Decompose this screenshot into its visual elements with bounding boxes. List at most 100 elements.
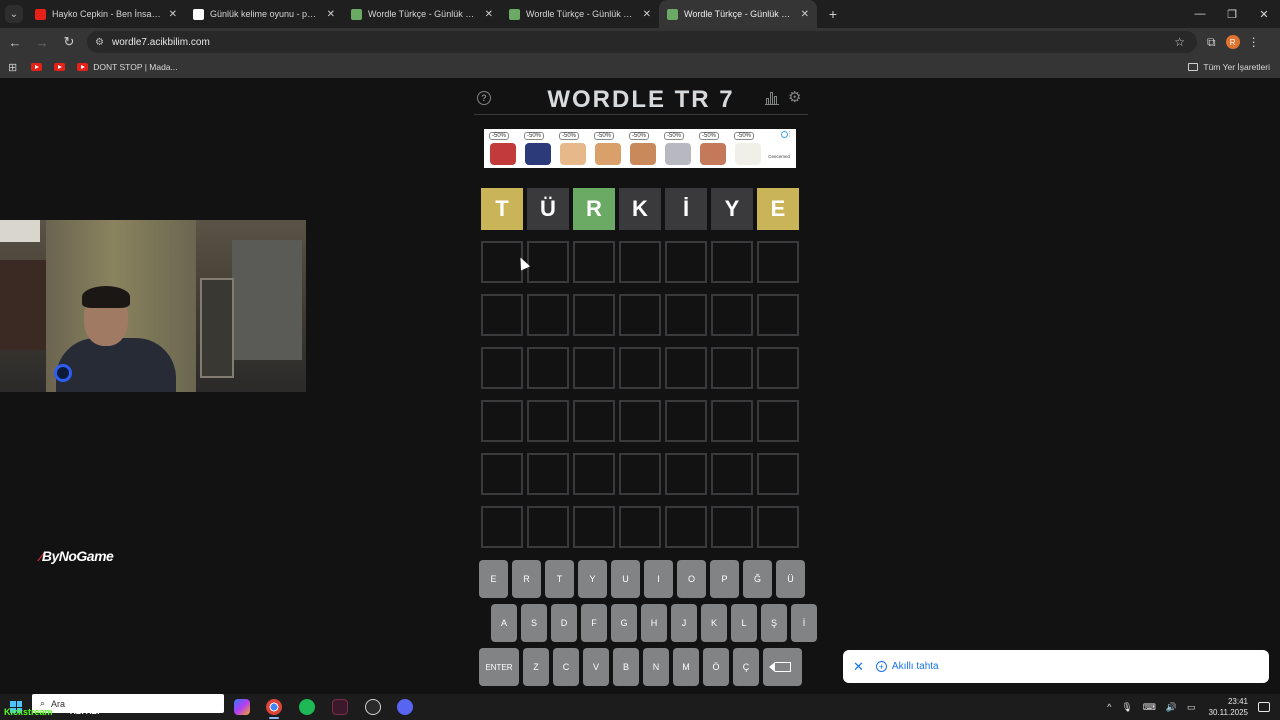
browser-tab[interactable]: Hayko Cepkin - Ben İnsan Değil ✕: [27, 0, 185, 28]
ad-product[interactable]: -50%: [732, 132, 764, 166]
backspace-key[interactable]: [763, 648, 802, 686]
tab-favicon-icon: [509, 8, 520, 20]
taskbar-search[interactable]: ⌕ Ara: [32, 694, 224, 713]
ad-product[interactable]: -50%: [697, 132, 729, 166]
ad-product[interactable]: -50%: [487, 132, 519, 166]
key[interactable]: S: [521, 604, 547, 642]
ad-product[interactable]: -50%: [662, 132, 694, 166]
board-tile: [665, 506, 707, 548]
volume-icon[interactable]: 🔊: [1166, 702, 1177, 713]
key[interactable]: B: [613, 648, 639, 686]
key[interactable]: Ö: [703, 648, 729, 686]
menu-kebab-icon[interactable]: ⋮: [1248, 35, 1260, 49]
key[interactable]: V: [583, 648, 609, 686]
ad-product[interactable]: -50%: [627, 132, 659, 166]
bookmark-youtube-icon[interactable]: [77, 63, 89, 71]
browser-tab[interactable]: Günlük kelime oyunu - parolla ✕: [185, 0, 343, 28]
key[interactable]: Ü: [776, 560, 805, 598]
bookmark-youtube-icon[interactable]: [31, 63, 43, 71]
ad-product[interactable]: -50%: [592, 132, 624, 166]
ad-product[interactable]: -50%: [557, 132, 589, 166]
key[interactable]: Ğ: [743, 560, 772, 598]
board-tile: [573, 241, 615, 283]
ad-product-image: [595, 143, 621, 165]
extensions-icon[interactable]: ⧉: [1207, 35, 1216, 50]
bookmark-star-icon[interactable]: ☆: [1174, 35, 1185, 49]
obs-icon[interactable]: [365, 699, 381, 715]
key[interactable]: E: [479, 560, 508, 598]
key[interactable]: O: [677, 560, 706, 598]
key[interactable]: J: [671, 604, 697, 642]
key[interactable]: T: [545, 560, 574, 598]
key[interactable]: C: [553, 648, 579, 686]
back-arrow-icon[interactable]: ←: [3, 30, 27, 54]
add-circle-icon[interactable]: +: [875, 661, 887, 672]
media-app-icon[interactable]: [332, 699, 348, 715]
minimize-icon[interactable]: —: [1184, 0, 1216, 28]
key[interactable]: K: [701, 604, 727, 642]
address-bar[interactable]: ⚙ wordle7.acikbilim.com ☆: [87, 31, 1197, 53]
settings-gear-icon[interactable]: ⚙: [788, 88, 801, 106]
browser-toolbar: ← → ↻ ⚙ wordle7.acikbilim.com ☆ ⧉ R ⋮: [0, 28, 1280, 56]
ad-product-image: [525, 143, 551, 165]
key[interactable]: H: [641, 604, 667, 642]
notifications-icon[interactable]: [1258, 702, 1270, 712]
copilot-icon[interactable]: [234, 699, 250, 715]
chrome-icon[interactable]: [266, 699, 282, 715]
board-tile: T: [481, 188, 523, 230]
microphone-tray-icon[interactable]: 🎙: [1121, 702, 1132, 713]
tab-search-chevron-icon[interactable]: ⌄: [5, 5, 23, 23]
key[interactable]: A: [491, 604, 517, 642]
tab-close-icon[interactable]: ✕: [643, 9, 651, 20]
close-window-icon[interactable]: ✕: [1248, 0, 1280, 28]
all-bookmarks-button[interactable]: Tüm Yer İşaretleri: [1188, 62, 1270, 72]
key[interactable]: G: [611, 604, 637, 642]
toast-close-icon[interactable]: ✕: [853, 659, 864, 675]
ad-close-icon[interactable]: ⋮: [786, 130, 793, 138]
stats-icon[interactable]: [765, 91, 779, 105]
key[interactable]: İ: [791, 604, 817, 642]
tab-close-icon[interactable]: ✕: [485, 9, 493, 20]
restore-icon[interactable]: ❐: [1216, 0, 1248, 28]
key[interactable]: U: [611, 560, 640, 598]
tab-close-icon[interactable]: ✕: [801, 9, 809, 20]
key[interactable]: N: [643, 648, 669, 686]
key[interactable]: M: [673, 648, 699, 686]
browser-tab[interactable]: Wordle Türkçe - Günlük Kelime ✕: [659, 0, 817, 28]
forward-arrow-icon[interactable]: →: [30, 30, 54, 54]
browser-tab[interactable]: Wordle Türkçe - Günlük Kelime ✕: [501, 0, 659, 28]
bookmark-dont-stop[interactable]: DONT STOP | Mada...: [93, 62, 177, 72]
enter-key[interactable]: ENTER: [479, 648, 519, 686]
site-settings-icon[interactable]: ⚙: [95, 37, 104, 48]
key[interactable]: R: [512, 560, 541, 598]
clock[interactable]: 23:41 30.11.2025: [1209, 696, 1248, 718]
tray-chevron-icon[interactable]: ^: [1107, 702, 1111, 712]
discord-icon[interactable]: [397, 699, 413, 715]
network-icon[interactable]: ⌨: [1143, 702, 1156, 713]
key[interactable]: Z: [523, 648, 549, 686]
bookmark-youtube-icon[interactable]: [54, 63, 66, 71]
tab-close-icon[interactable]: ✕: [327, 9, 335, 20]
browser-tab[interactable]: Wordle Türkçe - Günlük Kelime ✕: [343, 0, 501, 28]
key[interactable]: L: [731, 604, 757, 642]
reload-icon[interactable]: ↻: [57, 30, 81, 54]
apps-grid-icon[interactable]: ⊞: [8, 61, 17, 74]
spotify-icon[interactable]: [299, 699, 315, 715]
key[interactable]: Ç: [733, 648, 759, 686]
key[interactable]: I: [644, 560, 673, 598]
key[interactable]: P: [710, 560, 739, 598]
key[interactable]: Ş: [761, 604, 787, 642]
key[interactable]: D: [551, 604, 577, 642]
profile-avatar[interactable]: R: [1225, 35, 1240, 49]
ad-product[interactable]: -50%: [522, 132, 554, 166]
toast-label[interactable]: Akıllı tahta: [892, 661, 939, 672]
battery-icon[interactable]: ▭: [1187, 702, 1196, 713]
tab-close-icon[interactable]: ✕: [169, 9, 177, 20]
new-tab-button[interactable]: +: [823, 6, 843, 22]
advertisement-banner[interactable]: -50% -50% -50% -50% -50% -50% -50% -50% ⋮ Ceece…: [484, 129, 796, 168]
key[interactable]: F: [581, 604, 607, 642]
board-tile: [527, 506, 569, 548]
clock-date: 30.11.2025: [1208, 708, 1248, 717]
url-text[interactable]: wordle7.acikbilim.com: [112, 37, 1174, 48]
key[interactable]: Y: [578, 560, 607, 598]
